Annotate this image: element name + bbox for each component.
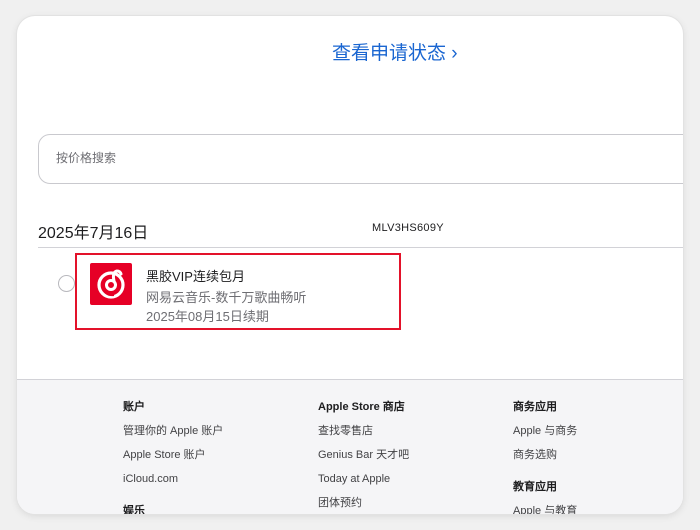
- footer-column-account: 账户 管理你的 Apple 账户 Apple Store 账户 iCloud.c…: [123, 400, 223, 514]
- price-search-box[interactable]: [38, 134, 683, 184]
- price-search-input[interactable]: [54, 150, 458, 166]
- footer-link[interactable]: 商务选购: [513, 448, 577, 472]
- footer-heading-business: 商务应用: [513, 401, 557, 413]
- window-frame: 查看申请状态 › 2025年7月16日 MLV3HS609Y 黑胶VIP连续包月…: [17, 16, 683, 514]
- footer-heading-store: Apple Store 商店: [318, 401, 405, 413]
- footer-link[interactable]: Apple 与商务: [513, 424, 577, 448]
- view-request-status-link[interactable]: 查看申请状态 ›: [332, 38, 458, 65]
- footer-heading-education: 教育应用: [513, 481, 557, 493]
- footer-link[interactable]: 团体预约: [318, 496, 409, 514]
- order-id[interactable]: MLV3HS609Y: [372, 222, 444, 234]
- footer-link[interactable]: Apple 与教育: [513, 504, 577, 514]
- footer-heading-entertainment: 娱乐: [123, 505, 145, 514]
- footer-link[interactable]: Genius Bar 天才吧: [318, 448, 409, 472]
- footer-link[interactable]: Today at Apple: [318, 472, 409, 496]
- footer-column-store: Apple Store 商店 查找零售店 Genius Bar 天才吧 Toda…: [318, 400, 409, 514]
- item-select-radio[interactable]: [58, 275, 75, 292]
- footer-link[interactable]: 管理你的 Apple 账户: [123, 424, 223, 448]
- footer-column-business: 商务应用 Apple 与商务 商务选购 教育应用 Apple 与教育: [513, 400, 577, 514]
- order-date: 2025年7月16日: [38, 225, 149, 242]
- footer-link[interactable]: 查找零售店: [318, 424, 409, 448]
- footer-heading-account: 账户: [123, 401, 145, 413]
- divider: [38, 247, 683, 248]
- footer: 账户 管理你的 Apple 账户 Apple Store 账户 iCloud.c…: [17, 379, 683, 514]
- footer-link[interactable]: iCloud.com: [123, 472, 223, 496]
- highlight-annotation-box: [75, 253, 401, 330]
- footer-link[interactable]: Apple Store 账户: [123, 448, 223, 472]
